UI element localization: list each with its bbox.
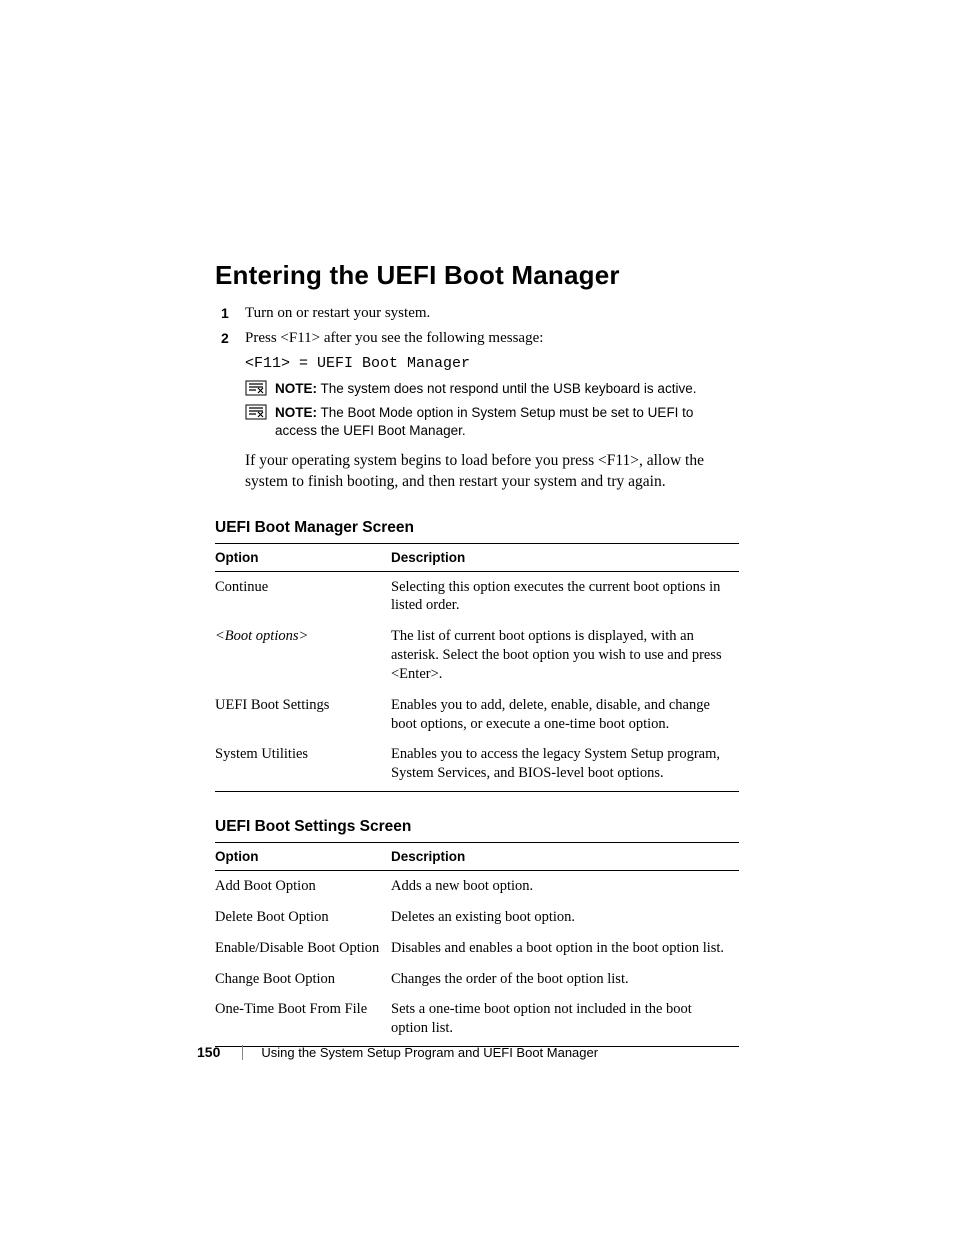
cell-description: Enables you to add, delete, enable, disa… <box>391 690 739 740</box>
table-row: System Utilities Enables you to access t… <box>215 739 739 789</box>
page-footer: 150 Using the System Setup Program and U… <box>197 1044 598 1060</box>
cell-option: System Utilities <box>215 739 391 789</box>
th-description: Description <box>391 843 739 871</box>
note-text: NOTE: The Boot Mode option in System Set… <box>275 404 739 440</box>
cell-description: Sets a one-time boot option not included… <box>391 994 739 1044</box>
th-description: Description <box>391 543 739 571</box>
th-option: Option <box>215 843 391 871</box>
step-number: 1 <box>221 305 229 321</box>
note-label: NOTE: <box>275 381 317 396</box>
table2-wrap: Option Description Add Boot Option Adds … <box>215 842 739 1047</box>
cell-option: <Boot options> <box>215 621 391 690</box>
page-heading: Entering the UEFI Boot Manager <box>215 260 739 291</box>
note-text: NOTE: The system does not respond until … <box>275 380 696 398</box>
cell-description: Enables you to access the legacy System … <box>391 739 739 789</box>
table-row: Add Boot Option Adds a new boot option. <box>215 871 739 902</box>
table1-wrap: Option Description Continue Selecting th… <box>215 543 739 793</box>
cell-description: The list of current boot options is disp… <box>391 621 739 690</box>
numbered-steps: 1 Turn on or restart your system. 2 Pres… <box>215 305 739 347</box>
note-block-2: NOTE: The Boot Mode option in System Set… <box>245 404 739 440</box>
cell-description: Disables and enables a boot option in th… <box>391 933 739 964</box>
code-line: <F11> = UEFI Boot Manager <box>245 355 739 372</box>
step-1: 1 Turn on or restart your system. <box>215 305 739 322</box>
cell-description: Selecting this option executes the curre… <box>391 571 739 621</box>
cell-option: One-Time Boot From File <box>215 994 391 1044</box>
footer-divider <box>242 1045 243 1060</box>
page-body: Entering the UEFI Boot Manager 1 Turn on… <box>0 0 954 1047</box>
cell-description: Deletes an existing boot option. <box>391 902 739 933</box>
cell-option: Enable/Disable Boot Option <box>215 933 391 964</box>
table1-title: UEFI Boot Manager Screen <box>215 519 739 537</box>
table-row: Delete Boot Option Deletes an existing b… <box>215 902 739 933</box>
cell-option: UEFI Boot Settings <box>215 690 391 740</box>
cell-option: Add Boot Option <box>215 871 391 902</box>
note-label: NOTE: <box>275 405 317 420</box>
note-icon <box>245 380 267 396</box>
table-row: Enable/Disable Boot Option Disables and … <box>215 933 739 964</box>
table-row: UEFI Boot Settings Enables you to add, d… <box>215 690 739 740</box>
step-number: 2 <box>221 330 229 346</box>
page-number: 150 <box>197 1044 220 1060</box>
table-uefi-boot-manager: Option Description Continue Selecting th… <box>215 543 739 790</box>
table2-title: UEFI Boot Settings Screen <box>215 818 739 836</box>
cell-description: Adds a new boot option. <box>391 871 739 902</box>
cell-option: Delete Boot Option <box>215 902 391 933</box>
note-icon <box>245 404 267 420</box>
follow-paragraph: If your operating system begins to load … <box>245 451 739 493</box>
footer-section: Using the System Setup Program and UEFI … <box>261 1045 598 1060</box>
cell-description: Changes the order of the boot option lis… <box>391 964 739 995</box>
table-uefi-boot-settings: Option Description Add Boot Option Adds … <box>215 842 739 1044</box>
cell-option: Change Boot Option <box>215 964 391 995</box>
note-block-1: NOTE: The system does not respond until … <box>245 380 739 398</box>
table-row: One-Time Boot From File Sets a one-time … <box>215 994 739 1044</box>
note-body: The system does not respond until the US… <box>317 381 696 396</box>
cell-option: Continue <box>215 571 391 621</box>
th-option: Option <box>215 543 391 571</box>
step-text: Press <F11> after you see the following … <box>245 330 543 346</box>
table-row: Continue Selecting this option executes … <box>215 571 739 621</box>
note-body: The Boot Mode option in System Setup mus… <box>275 405 693 438</box>
table-row: Change Boot Option Changes the order of … <box>215 964 739 995</box>
table-row: <Boot options> The list of current boot … <box>215 621 739 690</box>
step-text: Turn on or restart your system. <box>245 305 430 321</box>
step-2: 2 Press <F11> after you see the followin… <box>215 330 739 347</box>
